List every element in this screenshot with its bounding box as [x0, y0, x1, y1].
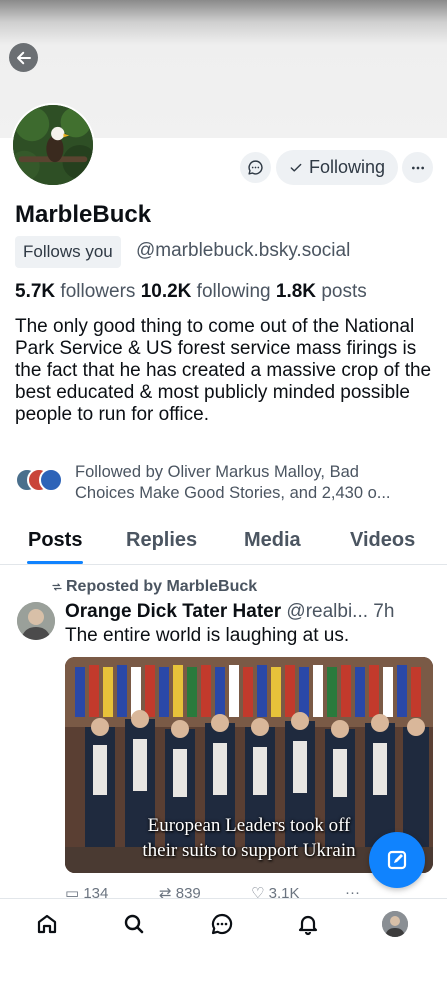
- followers-count[interactable]: 5.7K: [15, 281, 55, 302]
- author-avatar-image: [17, 602, 55, 640]
- eagle-avatar-image: [13, 105, 93, 185]
- active-tab-indicator: [27, 561, 83, 564]
- ellipsis-icon: [411, 166, 424, 169]
- nav-search[interactable]: [121, 911, 147, 937]
- nav-profile-avatar[interactable]: [382, 911, 408, 937]
- post-text: The entire world is laughing at us.: [65, 625, 350, 646]
- nav-home[interactable]: [34, 911, 60, 937]
- posts-label: posts: [321, 281, 367, 302]
- check-icon: [290, 163, 302, 172]
- following-label[interactable]: following: [197, 281, 271, 302]
- profile-avatar[interactable]: [11, 103, 95, 187]
- profile-tabs: Posts Replies Media Videos: [0, 517, 447, 565]
- repost-indicator[interactable]: Reposted by MarbleBuck: [51, 578, 257, 596]
- posts-count: 1.8K: [275, 281, 317, 302]
- profile-stats: 5.7K followers 10.2K following 1.8K post…: [15, 281, 367, 303]
- nav-notifications[interactable]: [295, 911, 321, 937]
- chat-bubble-icon: [248, 160, 263, 175]
- profile-avatar-icon: [382, 911, 408, 937]
- home-icon: [37, 914, 57, 934]
- more-options-button[interactable]: [402, 152, 433, 183]
- post-author-avatar[interactable]: [17, 602, 55, 640]
- post-time: 7h: [373, 601, 395, 622]
- tab-videos[interactable]: Videos: [350, 529, 415, 552]
- repost-count: 839: [175, 885, 201, 898]
- profile-handle: @marblebuck.bsky.social: [136, 240, 351, 261]
- followed-by-line-2: Choices Make Good Stories, and 2,430 o..…: [75, 484, 391, 502]
- post-more-button[interactable]: ···: [345, 884, 360, 898]
- back-button[interactable]: [9, 43, 38, 72]
- tab-posts[interactable]: Posts: [28, 529, 82, 552]
- known-followers[interactable]: Followed by Oliver Markus Malloy, Bad Ch…: [15, 462, 435, 506]
- post-author-name[interactable]: Orange Dick Tater Hater: [65, 601, 281, 622]
- follower-avatar: [39, 468, 63, 492]
- message-button[interactable]: [240, 152, 271, 183]
- repost-icon: [52, 583, 62, 591]
- bell-icon: [298, 915, 318, 936]
- post-actions: ▭ 134 ⇄ 839 ♡ 3.1K ···: [65, 884, 365, 898]
- reply-button[interactable]: ▭ 134: [65, 884, 108, 898]
- bottom-navigation: [0, 898, 447, 950]
- post-header: Orange Dick Tater Hater @realbi... 7h: [65, 601, 437, 623]
- nav-chat[interactable]: [209, 911, 235, 937]
- followers-label[interactable]: followers: [60, 281, 135, 302]
- profile-bio: The only good thing to come out of the N…: [15, 316, 432, 425]
- repost-label: Reposted by MarbleBuck: [66, 578, 258, 595]
- compose-button[interactable]: [369, 832, 425, 888]
- follows-you-badge: Follows you: [15, 236, 121, 268]
- following-button[interactable]: Following: [276, 150, 398, 185]
- repost-button[interactable]: ⇄ 839: [159, 884, 201, 898]
- display-name: MarbleBuck: [15, 201, 152, 228]
- tab-media[interactable]: Media: [244, 529, 301, 552]
- tab-replies[interactable]: Replies: [126, 529, 197, 552]
- post-author-handle[interactable]: @realbi...: [286, 601, 368, 622]
- followed-by-line-1: Followed by Oliver Markus Malloy, Bad: [75, 463, 359, 481]
- image-caption-line-1: European Leaders took off: [147, 815, 351, 836]
- arrow-left-icon: [16, 51, 31, 64]
- like-count: 3.1K: [268, 885, 300, 898]
- chat-icon: [211, 913, 233, 935]
- following-count[interactable]: 10.2K: [141, 281, 192, 302]
- search-icon: [124, 914, 144, 934]
- followed-by-text[interactable]: Followed by Oliver Markus Malloy, Bad Ch…: [75, 462, 437, 504]
- following-button-label: Following: [308, 157, 386, 177]
- reply-count: 134: [83, 885, 109, 898]
- like-button[interactable]: ♡ 3.1K: [251, 884, 299, 898]
- compose-icon: [387, 850, 407, 870]
